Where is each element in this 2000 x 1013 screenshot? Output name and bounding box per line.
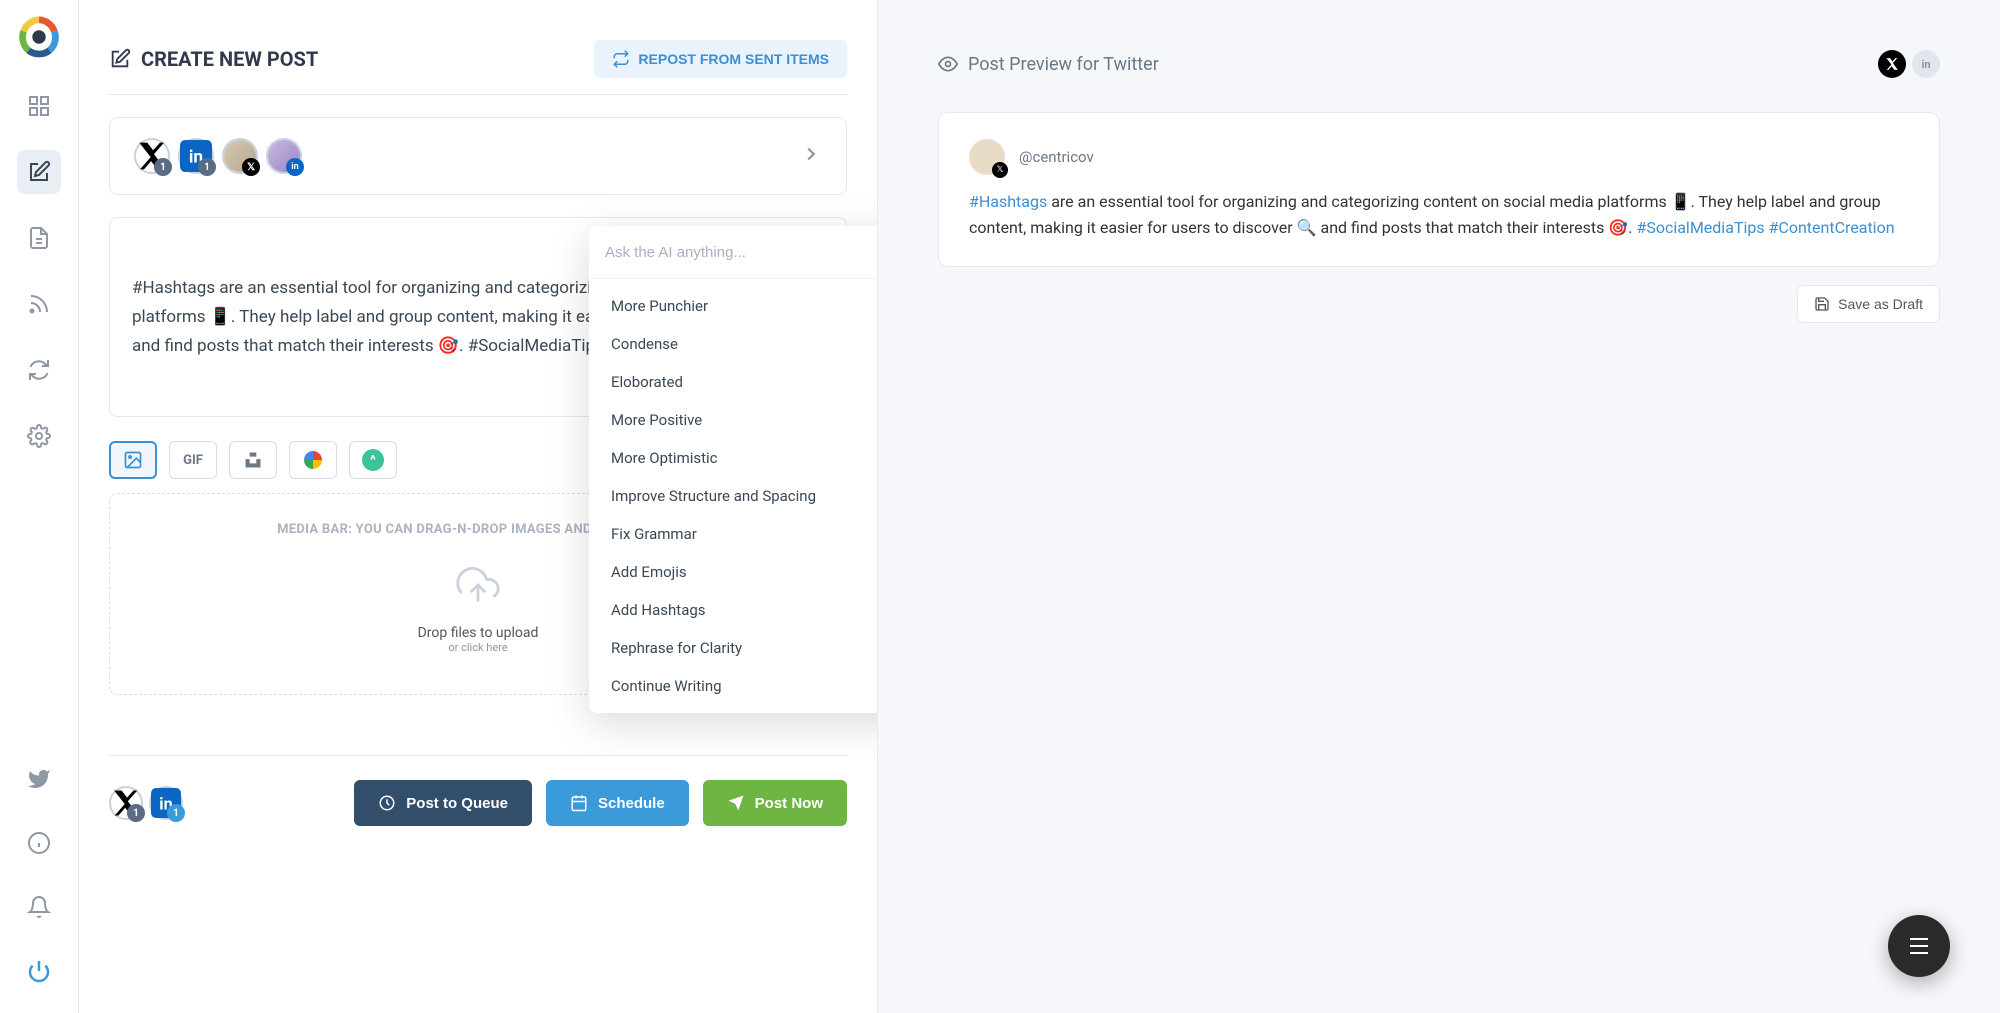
media-library-button[interactable]: ^ xyxy=(349,441,397,479)
save-draft-button[interactable]: Save as Draft xyxy=(1797,285,1940,323)
account-avatar[interactable]: in xyxy=(266,138,302,174)
repost-button[interactable]: REPOST FROM SENT ITEMS xyxy=(594,40,847,78)
nav-dashboard-icon[interactable] xyxy=(17,84,61,128)
ai-item[interactable]: Add Emojis xyxy=(589,553,878,591)
save-icon xyxy=(1814,296,1830,312)
preview-title: Post Preview for Twitter xyxy=(938,54,1159,75)
account-badge: 1 xyxy=(167,804,185,822)
post-now-button[interactable]: Post Now xyxy=(703,780,847,826)
nav-settings-icon[interactable] xyxy=(17,414,61,458)
ai-item[interactable]: Fix Grammar xyxy=(589,515,878,553)
preview-hashtag: #Hashtags xyxy=(969,192,1047,211)
up-chevron-icon: ^ xyxy=(362,449,384,471)
account-avatar[interactable]: 𝕏 xyxy=(222,138,258,174)
ai-item[interactable]: Continue Writing xyxy=(589,667,878,705)
send-icon xyxy=(727,794,745,812)
preview-card: 𝕏 @centricov #Hashtags are an essential … xyxy=(938,112,1940,267)
ai-prompt-input[interactable] xyxy=(605,244,878,261)
compose-panel: CREATE NEW POST REPOST FROM SENT ITEMS 1… xyxy=(78,0,878,1013)
ai-popover: ↵ More Punchier Condense Eloborated More… xyxy=(589,226,878,713)
preview-toggle-twitter[interactable] xyxy=(1878,50,1906,78)
action-account-avatar[interactable]: 1 xyxy=(109,786,143,820)
action-bar: 1 in 1 Post to Queue Schedule xyxy=(109,755,847,850)
nav-posts-icon[interactable] xyxy=(17,216,61,260)
preview-hashtag: #ContentCreation xyxy=(1769,218,1895,237)
sidebar xyxy=(0,0,78,1013)
media-unsplash-button[interactable] xyxy=(229,441,277,479)
calendar-icon xyxy=(570,794,588,812)
ai-item[interactable]: Add Hashtags xyxy=(589,591,878,629)
ai-suggestions-list: More Punchier Condense Eloborated More P… xyxy=(589,279,878,713)
side-twitter-icon[interactable] xyxy=(17,757,61,801)
account-badge: 1 xyxy=(154,158,172,176)
menu-icon xyxy=(1910,938,1928,954)
ai-item[interactable]: More Optimistic xyxy=(589,439,878,477)
ai-item[interactable]: More Punchier xyxy=(589,287,878,325)
chevron-right-icon[interactable] xyxy=(800,143,822,169)
account-avatar[interactable]: in 1 xyxy=(178,138,214,174)
nav-feeds-icon[interactable] xyxy=(17,282,61,326)
account-badge: 1 xyxy=(198,158,216,176)
account-badge: 1 xyxy=(127,804,145,822)
ai-item[interactable]: Rephrase for Clarity xyxy=(589,629,878,667)
account-avatar[interactable]: 1 xyxy=(134,138,170,174)
preview-handle: @centricov xyxy=(1019,145,1094,169)
x-icon xyxy=(1885,57,1899,71)
queue-icon xyxy=(378,794,396,812)
ai-item[interactable]: Eloborated xyxy=(589,363,878,401)
side-info-icon[interactable] xyxy=(17,821,61,865)
x-badge-icon: 𝕏 xyxy=(242,158,260,176)
linkedin-badge-icon: in xyxy=(286,158,304,176)
preview-panel: Post Preview for Twitter in 𝕏 @centricov xyxy=(878,0,2000,1013)
action-account-avatar[interactable]: in 1 xyxy=(149,786,183,820)
post-to-queue-button[interactable]: Post to Queue xyxy=(354,780,532,826)
unsplash-icon xyxy=(243,450,263,470)
media-image-button[interactable] xyxy=(109,441,157,479)
app-logo xyxy=(16,14,62,62)
media-gif-button[interactable]: GIF xyxy=(169,441,217,479)
preview-body: #Hashtags are an essential tool for orga… xyxy=(969,189,1909,240)
cloud-upload-icon xyxy=(448,563,508,607)
nav-recycle-icon[interactable] xyxy=(17,348,61,392)
ai-item[interactable]: Condense xyxy=(589,325,878,363)
eye-icon xyxy=(938,54,958,74)
nav-compose-icon[interactable] xyxy=(17,150,61,194)
x-badge-icon: 𝕏 xyxy=(992,162,1008,178)
preview-hashtag: #SocialMediaTips xyxy=(1636,218,1764,237)
preview-avatar: 𝕏 xyxy=(969,139,1005,175)
repost-icon xyxy=(612,50,630,68)
page-title: CREATE NEW POST xyxy=(109,47,318,71)
fab-menu-button[interactable] xyxy=(1888,915,1950,977)
image-icon xyxy=(123,450,143,470)
schedule-button[interactable]: Schedule xyxy=(546,780,689,826)
ai-item[interactable]: More Positive xyxy=(589,401,878,439)
preview-toggle-linkedin[interactable]: in xyxy=(1912,50,1940,78)
google-photos-icon xyxy=(304,451,322,469)
side-notifications-icon[interactable] xyxy=(17,885,61,929)
ai-item[interactable]: Improve Structure and Spacing xyxy=(589,477,878,515)
compose-icon xyxy=(109,48,131,70)
side-power-icon[interactable] xyxy=(17,949,61,993)
media-gphotos-button[interactable] xyxy=(289,441,337,479)
accounts-selector[interactable]: 1 in 1 𝕏 in xyxy=(109,117,847,195)
